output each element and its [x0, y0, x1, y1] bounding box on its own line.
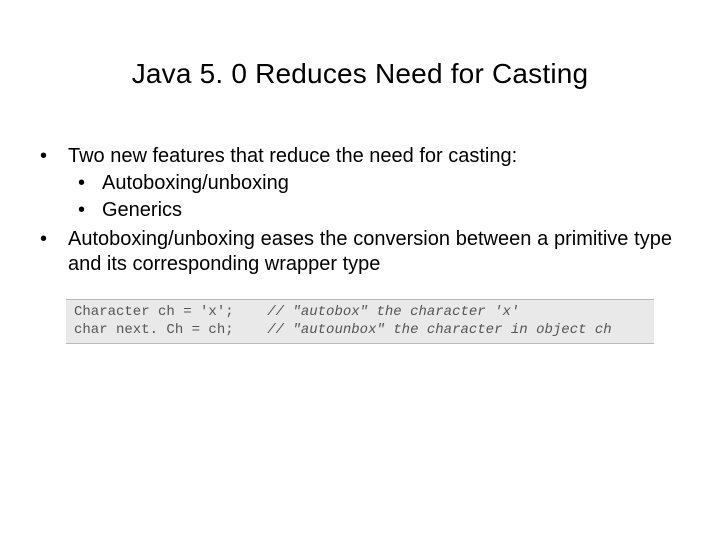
code-snippet: Character ch = 'x'; // "autobox" the cha… — [66, 299, 654, 344]
slide-body: Two new features that reduce the need fo… — [30, 144, 672, 277]
bullet-list: Two new features that reduce the need fo… — [30, 144, 672, 277]
bullet-item: Two new features that reduce the need fo… — [30, 144, 672, 223]
slide: Java 5. 0 Reduces Need for Casting Two n… — [0, 58, 720, 540]
bullet-item: Autoboxing/unboxing eases the conversion… — [30, 227, 672, 277]
sub-bullet-list: Autoboxing/unboxing Generics — [68, 171, 672, 223]
code-pad — [234, 322, 268, 338]
sub-bullet-item: Generics — [68, 198, 672, 223]
code-text: Character ch = 'x'; — [74, 304, 234, 320]
code-comment: // "autounbox" the character in object c… — [267, 322, 611, 338]
sub-bullet-item: Autoboxing/unboxing — [68, 171, 672, 196]
bullet-text: Two new features that reduce the need fo… — [68, 145, 517, 167]
bullet-text: Autoboxing/unboxing — [102, 172, 289, 194]
bullet-text: Generics — [102, 199, 182, 221]
bullet-text: Autoboxing/unboxing eases the conversion… — [68, 228, 672, 275]
code-pad — [234, 304, 268, 320]
slide-title: Java 5. 0 Reduces Need for Casting — [0, 58, 720, 90]
code-text: char next. Ch = ch; — [74, 322, 234, 338]
code-comment: // "autobox" the character 'x' — [267, 304, 519, 320]
